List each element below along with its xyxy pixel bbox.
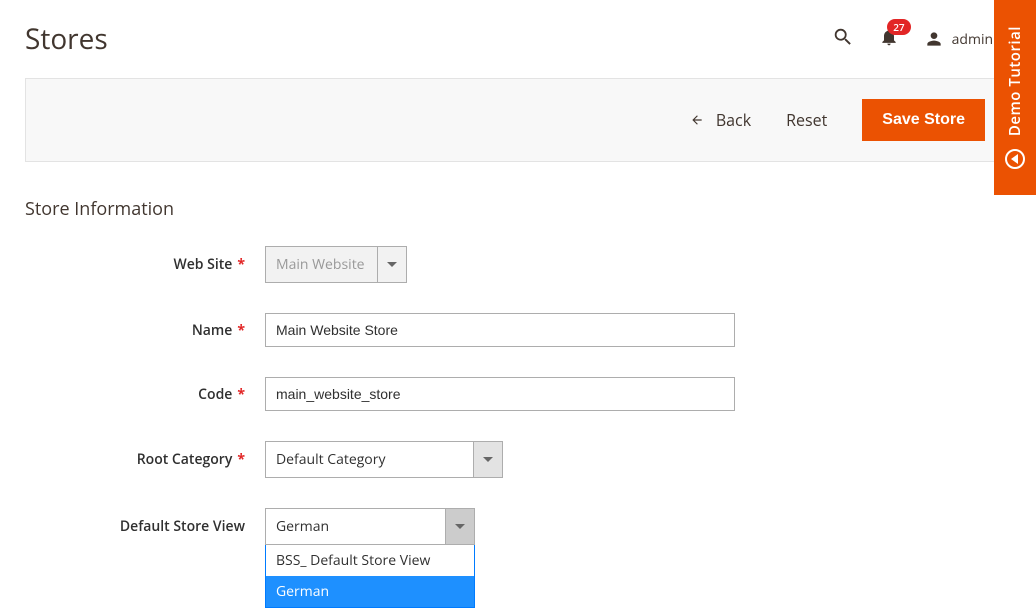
notification-count-badge: 27	[887, 19, 910, 35]
dropdown-option[interactable]: German	[266, 576, 474, 607]
required-star: *	[237, 255, 245, 274]
required-star: *	[237, 450, 245, 469]
required-star: *	[237, 385, 245, 404]
search-icon[interactable]	[832, 26, 854, 53]
page-title: Stores	[25, 20, 108, 58]
notifications-button[interactable]: 27	[879, 27, 899, 52]
chevron-down-icon	[377, 246, 407, 283]
chevron-down-icon[interactable]	[473, 441, 503, 478]
default-store-view-select[interactable]: German	[265, 508, 475, 545]
default-store-view-dropdown: BSS_ Default Store View German	[265, 545, 475, 608]
code-input[interactable]	[265, 377, 735, 411]
required-star: *	[237, 321, 245, 340]
root-category-label: Root Category*	[25, 450, 265, 469]
save-button[interactable]: Save Store	[862, 99, 985, 141]
dropdown-option[interactable]: BSS_ Default Store View	[266, 545, 474, 576]
chevron-down-icon[interactable]	[445, 508, 475, 545]
default-store-view-label: Default Store View	[25, 517, 265, 536]
root-category-select[interactable]: Default Category	[265, 441, 503, 478]
default-store-view-select-value: German	[265, 508, 445, 545]
website-label: Web Site*	[25, 255, 265, 274]
toolbar: Back Reset Save Store	[25, 78, 1011, 162]
user-icon	[924, 29, 944, 49]
name-label: Name*	[25, 321, 265, 340]
root-category-select-value: Default Category	[265, 441, 473, 478]
demo-tutorial-label: Demo Tutorial	[1005, 26, 1025, 136]
website-select: Main Website	[265, 246, 407, 283]
back-button[interactable]: Back	[688, 109, 751, 131]
section-title: Store Information	[25, 197, 1036, 221]
user-name-label: admin	[952, 30, 993, 49]
reset-button[interactable]: Reset	[786, 109, 827, 131]
demo-tutorial-tab[interactable]: Demo Tutorial	[994, 0, 1036, 195]
code-label: Code*	[25, 385, 265, 404]
arrow-left-icon	[688, 113, 706, 127]
play-circle-icon	[1005, 149, 1025, 169]
name-input[interactable]	[265, 313, 735, 347]
back-label: Back	[716, 109, 751, 131]
website-select-value: Main Website	[265, 246, 377, 283]
